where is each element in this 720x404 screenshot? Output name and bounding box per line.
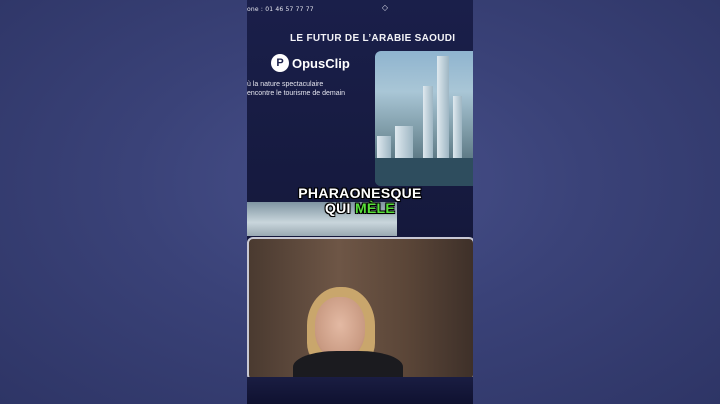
webcam-feed [247, 237, 473, 381]
diamond-logo-icon: ◇ [381, 3, 389, 12]
caption-word-white: QUI [324, 200, 351, 216]
slide-title: LE FUTUR DE L’ARABIE SAOUDI [290, 33, 456, 44]
speaker-face [315, 297, 365, 359]
caption-line-1: PHARAONESQUE [298, 185, 422, 201]
slide-subtitle: ù la nature spectaculaire encontre le to… [247, 81, 346, 97]
bottom-bar [247, 377, 473, 404]
opusclip-watermark: P OpusClip [271, 52, 350, 74]
phone-number-text: one : 01 46 57 77 77 [247, 6, 314, 13]
short-video-frame[interactable]: one : 01 46 57 77 77 ◇ LE FUTUR DE L’ARA… [247, 0, 473, 404]
caption-line-2: QUI MÈLE [247, 200, 473, 216]
caption-word-highlight: MÈLE [354, 200, 396, 216]
city-skyline-image [375, 51, 473, 186]
opusclip-logo-icon: P [271, 54, 289, 72]
watermark-text: OpusClip [292, 55, 350, 71]
